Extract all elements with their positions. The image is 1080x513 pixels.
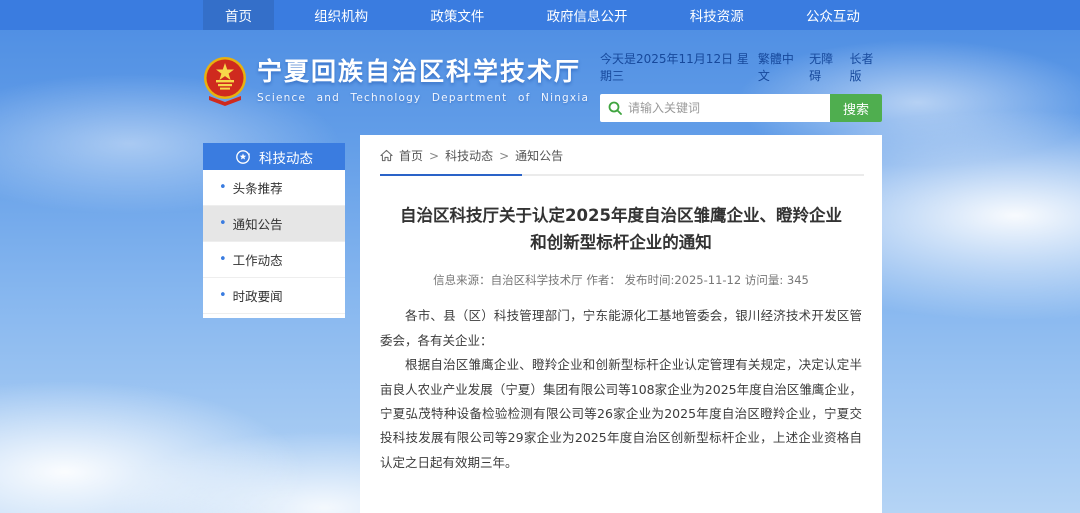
sidebar-header: 科技动态 [203, 143, 345, 170]
sidebar-item-politics-news[interactable]: 时政要闻 [203, 278, 345, 314]
site-header: 宁夏回族自治区科学技术厅 Science and Technology Depa… [203, 30, 882, 135]
nav-item-home[interactable]: 首页 [203, 0, 274, 30]
article-title-line1: 自治区科技厅关于认定2025年度自治区雏鹰企业、瞪羚企业 [380, 202, 862, 229]
current-date-text: 今天是2025年11月12日 星期三 [600, 50, 758, 84]
breadcrumb: 首页 > 科技动态 > 通知公告 [380, 147, 862, 174]
article-paragraph: 各市、县（区）科技管理部门，宁东能源化工基地管委会，银川经济技术开发区管委会，各… [380, 304, 862, 353]
tech-news-icon [235, 149, 251, 165]
nav-item-public-interaction[interactable]: 公众互动 [784, 0, 882, 30]
sidebar-item-notices[interactable]: 通知公告 [203, 206, 345, 242]
breadcrumb-divider [380, 174, 864, 176]
nav-item-policy-documents[interactable]: 政策文件 [408, 0, 506, 30]
link-traditional-chinese[interactable]: 繁體中文 [758, 50, 801, 84]
sidebar-menu: 头条推荐 通知公告 工作动态 时政要闻 [203, 170, 345, 318]
sidebar: 科技动态 头条推荐 通知公告 工作动态 时政要闻 [203, 143, 345, 318]
main-panel: 首页 > 科技动态 > 通知公告 自治区科技厅关于认定2025年度自治区雏鹰企业… [360, 135, 882, 513]
article-body: 各市、县（区）科技管理部门，宁东能源化工基地管委会，银川经济技术开发区管委会，各… [380, 304, 862, 475]
content-area: 科技动态 头条推荐 通知公告 工作动态 时政要闻 首页 > 科技动态 > 通知公… [203, 135, 882, 513]
nav-item-organization[interactable]: 组织机构 [292, 0, 390, 30]
site-title-block: 宁夏回族自治区科学技术厅 Science and Technology Depa… [257, 56, 589, 104]
nav-item-tech-resources[interactable]: 科技资源 [668, 0, 766, 30]
article-title: 自治区科技厅关于认定2025年度自治区雏鹰企业、瞪羚企业 和创新型标杆企业的通知 [380, 202, 862, 256]
header-utility-area: 今天是2025年11月12日 星期三 繁體中文 无障碍 长者版 搜索 [600, 50, 882, 122]
breadcrumb-tech-news[interactable]: 科技动态 [445, 147, 493, 164]
article-paragraph: 根据自治区雏鹰企业、瞪羚企业和创新型标杆企业认定管理有关规定，决定认定半亩良人农… [380, 353, 862, 475]
article-meta: 信息来源：自治区科学技术厅 作者： 发布时间:2025-11-12 访问量: 3… [380, 272, 862, 288]
link-senior-version[interactable]: 长者版 [850, 50, 882, 84]
search-icon [608, 101, 622, 115]
site-subtitle: Science and Technology Department of Nin… [257, 92, 589, 104]
nav-item-government-info[interactable]: 政府信息公开 [525, 0, 650, 30]
home-icon [380, 149, 393, 162]
link-accessibility[interactable]: 无障碍 [809, 50, 841, 84]
site-brand: 宁夏回族自治区科学技术厅 Science and Technology Depa… [203, 56, 589, 106]
article-title-line2: 和创新型标杆企业的通知 [380, 229, 862, 256]
top-navigation-inner: 首页 组织机构 政策文件 政府信息公开 科技资源 公众互动 [203, 0, 882, 30]
sidebar-item-work-updates[interactable]: 工作动态 [203, 242, 345, 278]
top-navigation-bar: 首页 组织机构 政策文件 政府信息公开 科技资源 公众互动 [0, 0, 1080, 30]
search-button[interactable]: 搜索 [830, 94, 882, 122]
breadcrumb-home[interactable]: 首页 [399, 147, 423, 164]
search-box: 搜索 [600, 94, 882, 122]
national-emblem-logo [203, 56, 247, 106]
breadcrumb-notices[interactable]: 通知公告 [515, 147, 563, 164]
site-title: 宁夏回族自治区科学技术厅 [257, 56, 589, 87]
sidebar-item-headlines[interactable]: 头条推荐 [203, 170, 345, 206]
search-input[interactable] [628, 95, 830, 121]
sidebar-title: 科技动态 [259, 147, 313, 167]
breadcrumb-separator: > [429, 149, 439, 163]
breadcrumb-separator: > [499, 149, 509, 163]
